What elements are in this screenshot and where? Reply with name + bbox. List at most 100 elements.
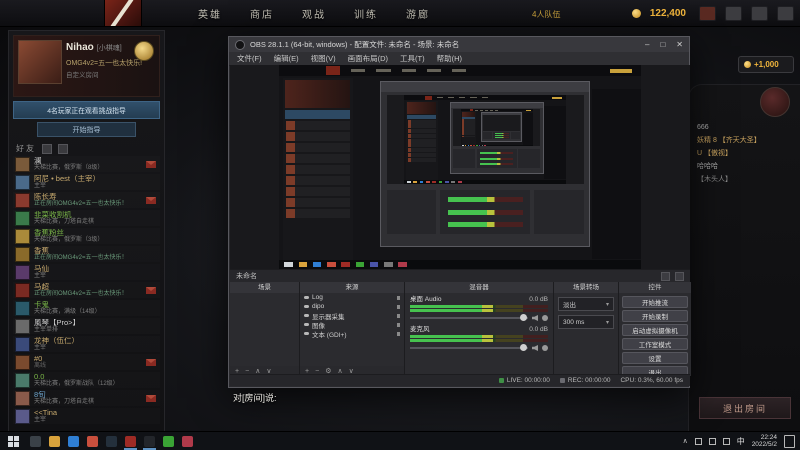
add-friend-icon[interactable]: [42, 143, 52, 154]
transition-duration-input[interactable]: 300 ms ▾: [558, 315, 614, 329]
friend-row[interactable]: 香蕉 正在房间OMG4v2=五一也太快乐！: [13, 246, 160, 262]
friend-row[interactable]: 马超 正在房间OMG4v2=五一也太快乐！: [13, 282, 160, 298]
obs-control-button[interactable]: 设置: [622, 352, 688, 364]
friend-row[interactable]: <<Tina 主宰: [13, 408, 160, 424]
friend-row[interactable]: 阿尼 • best（主宰） 主宰: [13, 174, 160, 190]
dock-option-icon[interactable]: [661, 271, 670, 281]
exit-room-button[interactable]: 退出房间: [699, 397, 791, 419]
visibility-eye-icon[interactable]: [304, 305, 309, 308]
obs-control-button[interactable]: 开始录制: [622, 310, 688, 322]
taskbar-app[interactable]: [45, 432, 64, 450]
room-chat-prompt[interactable]: 对[房间]说:: [233, 391, 277, 404]
gold-plus-button[interactable]: +1,000: [738, 56, 794, 73]
obs-titlebar[interactable]: OBS 28.1.1 (64-bit, windows) - 配置文件: 未命名…: [229, 37, 689, 52]
ime-indicator[interactable]: 中: [737, 436, 745, 447]
speaker-icon[interactable]: [532, 315, 538, 321]
obs-control-button[interactable]: 启动虚拟摄像机: [622, 324, 688, 336]
friend-row[interactable]: 陈长寿 正在房间OMG4v2=五一也太快乐！: [13, 192, 160, 208]
scenes-header[interactable]: 场景: [230, 282, 299, 293]
obs-menu-item[interactable]: 编辑(E): [274, 53, 299, 64]
friend-row[interactable]: 卡鬼 天梯比赛，满级（14级）: [13, 300, 160, 316]
mail-icon[interactable]: [146, 196, 156, 204]
transition-select[interactable]: 淡出 ▾: [558, 297, 614, 311]
channel-settings-icon[interactable]: [542, 345, 548, 351]
volume-slider[interactable]: [410, 313, 548, 322]
taskbar-app[interactable]: [64, 432, 83, 450]
speaker-icon[interactable]: [532, 345, 538, 351]
source-row[interactable]: Log: [300, 293, 404, 302]
minimize-icon[interactable]: –: [645, 37, 649, 52]
friend-row[interactable]: 香蕉粉丝 天梯比赛，俄罗斯（3级）: [13, 228, 160, 244]
friend-row[interactable]: 澜 天梯比赛，俄罗斯（8级）: [13, 156, 160, 172]
start-coaching-button[interactable]: 开始指导: [37, 122, 136, 137]
tray-expand-icon[interactable]: ∧: [683, 437, 688, 445]
security-shield-icon[interactable]: [694, 437, 702, 445]
obs-menu-item[interactable]: 帮助(H): [437, 53, 462, 64]
network-icon[interactable]: [722, 437, 730, 445]
taskbar-app[interactable]: [121, 432, 140, 450]
friend-row[interactable]: 韭菜收割机 天梯比赛，刀塔自走棋: [13, 210, 160, 226]
taskbar-app[interactable]: [178, 432, 197, 450]
mail-icon[interactable]: [146, 286, 156, 294]
notifications-icon[interactable]: [777, 5, 794, 21]
visibility-eye-icon[interactable]: [304, 323, 309, 326]
source-row[interactable]: 文本 (GDI+): [300, 329, 404, 339]
dota-logo-icon[interactable]: [104, 0, 142, 26]
store-icon[interactable]: [725, 5, 742, 21]
mail-icon[interactable]: [146, 358, 156, 366]
currency-amount[interactable]: 122,400: [650, 8, 686, 19]
volume-icon[interactable]: [708, 437, 716, 445]
friend-row[interactable]: 马仙 主宰: [13, 264, 160, 280]
nav-menu-item[interactable]: 英雄: [198, 6, 222, 21]
visibility-eye-icon[interactable]: [304, 332, 309, 335]
lock-icon[interactable]: [397, 322, 400, 327]
friend-row[interactable]: 龙神（伍仁） 主宰: [13, 336, 160, 352]
lock-icon[interactable]: [397, 331, 400, 336]
visibility-eye-icon[interactable]: [304, 296, 309, 299]
close-icon[interactable]: ✕: [676, 37, 683, 52]
watch-icon[interactable]: [751, 5, 768, 21]
obs-menu-item[interactable]: 文件(F): [237, 53, 262, 64]
obs-menu-item[interactable]: 画面布局(D): [348, 53, 388, 64]
visibility-eye-icon[interactable]: [304, 314, 309, 317]
slider-handle[interactable]: [520, 314, 527, 321]
friend-row[interactable]: 8旬 天梯比赛，刀塔自走棋: [13, 390, 160, 406]
clock[interactable]: 22:24 2022/5/2: [752, 434, 777, 448]
nav-menu-item[interactable]: 商店: [250, 6, 274, 21]
taskbar-app[interactable]: [140, 432, 159, 450]
obs-preview[interactable]: [230, 65, 690, 269]
volume-slider[interactable]: [410, 343, 548, 352]
channel-settings-icon[interactable]: [542, 315, 548, 321]
taskbar-app[interactable]: [159, 432, 178, 450]
sources-header[interactable]: 来源: [300, 282, 404, 293]
friend-row[interactable]: 風琴【Pro>】 主宰单排: [13, 318, 160, 334]
taskbar-app[interactable]: [102, 432, 121, 450]
lock-icon[interactable]: [397, 295, 400, 300]
nav-menu-item[interactable]: 训练: [354, 6, 378, 21]
obs-control-button[interactable]: 工作室模式: [622, 338, 688, 350]
obs-control-button[interactable]: 开始推流: [622, 296, 688, 308]
start-button[interactable]: [0, 432, 26, 450]
notification-center-icon[interactable]: [784, 434, 795, 448]
slider-handle[interactable]: [520, 344, 527, 351]
taskbar-app[interactable]: [83, 432, 102, 450]
mail-icon[interactable]: [146, 160, 156, 168]
lock-icon[interactable]: [397, 313, 400, 318]
dock-option-icon[interactable]: [675, 271, 684, 281]
friends-settings-icon[interactable]: [58, 143, 68, 154]
friend-row[interactable]: 0.0 天梯比赛，俄罗斯战队（12级）: [13, 372, 160, 388]
armory-icon[interactable]: [699, 5, 716, 21]
nav-menu-item[interactable]: 观战: [302, 6, 326, 21]
friend-row[interactable]: #0 离线: [13, 354, 160, 370]
room-host-avatar[interactable]: [760, 87, 790, 117]
profile-card[interactable]: Nihao [小棋魂] OMG4v2=五一也太快乐! 自定义房间: [13, 35, 160, 97]
lock-icon[interactable]: [397, 304, 400, 309]
mixer-header[interactable]: 混音器: [405, 282, 553, 293]
party-label[interactable]: 4人队伍: [532, 9, 560, 20]
player-avatar[interactable]: [18, 40, 62, 84]
obs-menu-item[interactable]: 工具(T): [400, 53, 425, 64]
maximize-icon[interactable]: □: [660, 37, 665, 52]
transitions-header[interactable]: 场景转场: [554, 282, 618, 293]
mail-icon[interactable]: [146, 394, 156, 402]
controls-header[interactable]: 控件: [619, 282, 691, 293]
